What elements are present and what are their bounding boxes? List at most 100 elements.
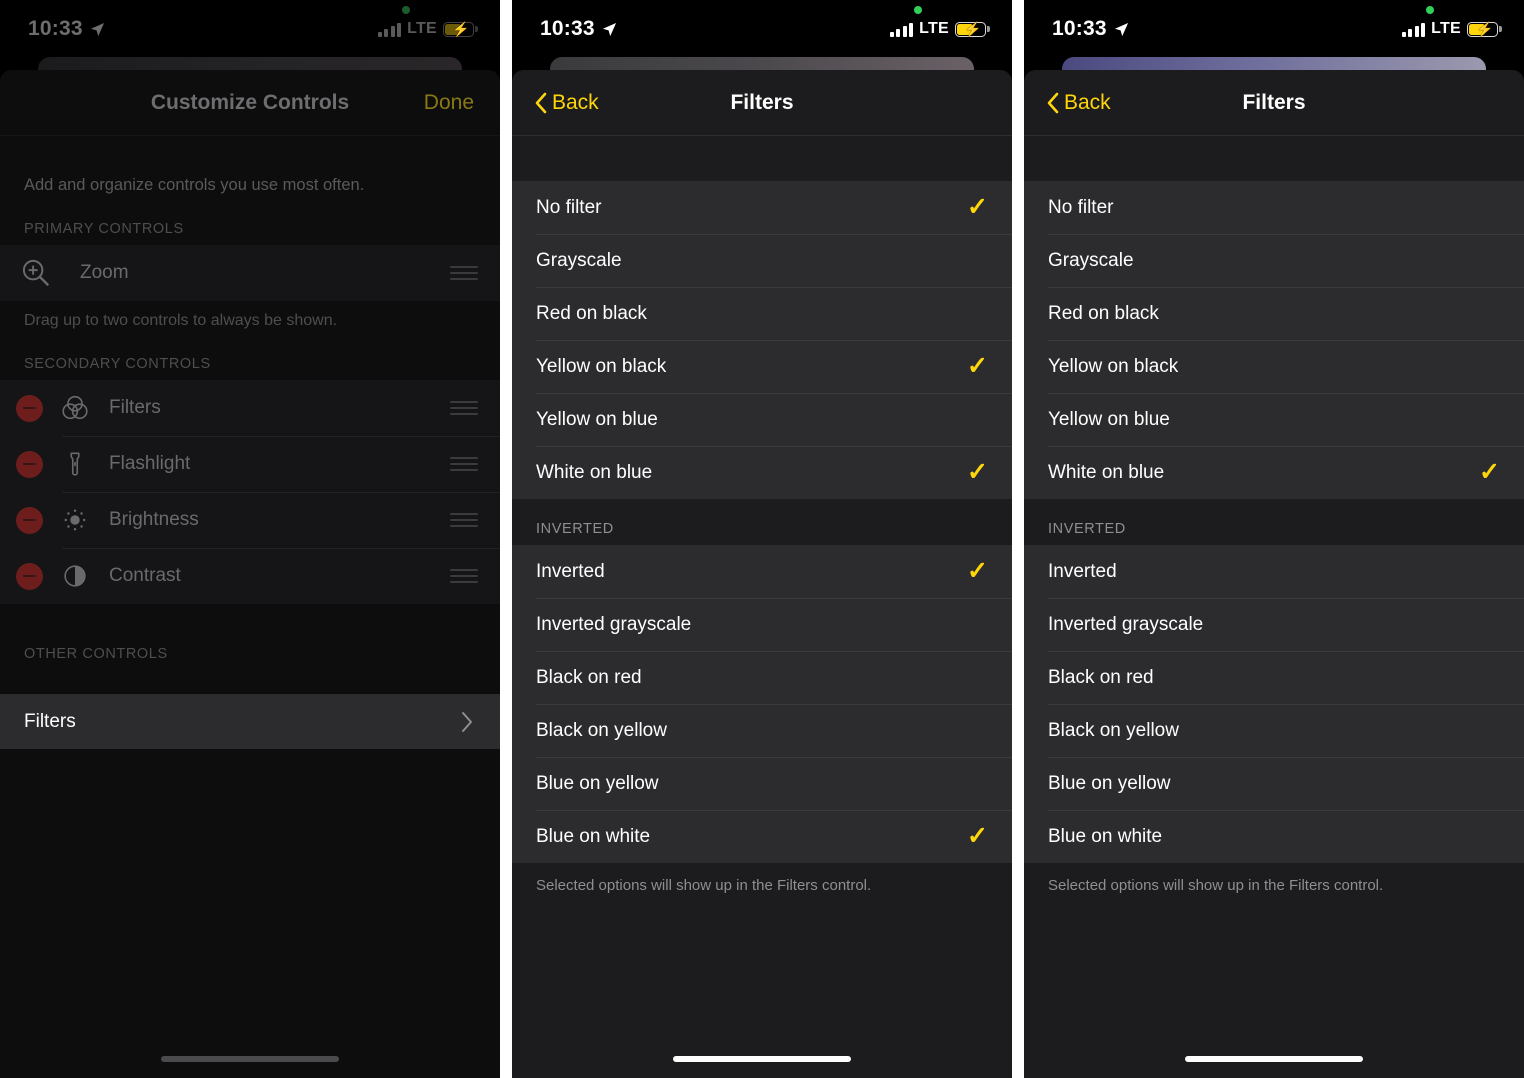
filter-row[interactable]: Blue on white✓ <box>512 810 1012 863</box>
battery-charging-icon: ⚡ <box>1467 21 1502 37</box>
carrier-label: LTE <box>919 20 949 37</box>
filter-row[interactable]: Yellow on blue✓ <box>1024 393 1524 446</box>
filters-group-inverted: Inverted✓ Inverted grayscale✓ Black on r… <box>1024 545 1524 863</box>
status-indicators: LTE ⚡ <box>377 20 478 38</box>
status-bar: 10:33 LTE ⚡ <box>0 0 500 58</box>
checkmark-icon: ✓ <box>967 352 988 380</box>
filter-row[interactable]: Blue on white✓ <box>1024 810 1524 863</box>
drag-handle[interactable] <box>450 262 478 284</box>
filter-row[interactable]: Yellow on black✓ <box>1024 340 1524 393</box>
filter-row[interactable]: Inverted✓ <box>512 545 1012 598</box>
control-row-brightness[interactable]: Brightness <box>0 492 500 548</box>
chevron-right-icon <box>462 711 472 732</box>
settings-sheet: Customize Controls Done Add and organize… <box>0 70 500 1078</box>
drag-handle[interactable] <box>450 397 478 419</box>
carrier-label: LTE <box>407 20 437 37</box>
green-recording-dot <box>1426 6 1434 14</box>
control-label: Zoom <box>80 262 129 283</box>
filter-row[interactable]: Grayscale✓ <box>512 234 1012 287</box>
filter-row[interactable]: Inverted✓ <box>1024 545 1524 598</box>
filter-row[interactable]: Black on yellow✓ <box>512 704 1012 757</box>
drag-handle[interactable] <box>450 565 478 587</box>
filter-row[interactable]: Black on red✓ <box>1024 651 1524 704</box>
filter-label: Black on red <box>1048 666 1154 688</box>
checkmark-icon: ✓ <box>967 458 988 486</box>
filter-row[interactable]: No filter✓ <box>512 181 1012 234</box>
done-button[interactable]: Done <box>424 91 500 115</box>
panel-separator-2 <box>1012 0 1024 1078</box>
status-bar: 10:33 LTE ⚡ <box>512 0 1012 58</box>
other-controls-header: OTHER CONTROLS <box>0 604 500 670</box>
control-label: Brightness <box>109 509 199 530</box>
filters-group-inverted: Inverted✓ Inverted grayscale✓ Black on r… <box>512 545 1012 863</box>
control-row-contrast[interactable]: Contrast <box>0 548 500 604</box>
location-arrow-icon <box>1114 22 1128 36</box>
control-row-flashlight[interactable]: Flashlight <box>0 436 500 492</box>
home-indicator[interactable] <box>1185 1056 1363 1062</box>
status-indicators: LTE ⚡ <box>889 20 990 38</box>
status-time-group: 10:33 <box>1052 17 1129 41</box>
filter-row[interactable]: Grayscale✓ <box>1024 234 1524 287</box>
filter-label: Blue on yellow <box>536 772 659 794</box>
status-time-group: 10:33 <box>28 17 105 41</box>
zoom-in-magnifier-icon <box>16 258 56 288</box>
status-time: 10:33 <box>28 17 83 40</box>
checkmark-icon: ✓ <box>967 193 988 221</box>
nav-bar: Back Filters <box>1024 70 1524 136</box>
drag-handle[interactable] <box>450 453 478 475</box>
filter-row[interactable]: No filter✓ <box>1024 181 1524 234</box>
filter-row[interactable]: Black on yellow✓ <box>1024 704 1524 757</box>
filter-row[interactable]: White on blue ✓ <box>512 446 1012 499</box>
back-button[interactable]: Back <box>512 91 599 115</box>
remove-control-button[interactable] <box>16 506 43 534</box>
control-row-zoom[interactable]: Zoom <box>0 245 500 301</box>
filter-row[interactable]: Inverted grayscale✓ <box>512 598 1012 651</box>
battery-charging-icon: ⚡ <box>443 21 478 37</box>
filter-row[interactable]: White on blue ✓ <box>1024 446 1524 499</box>
filter-label: Blue on white <box>1048 825 1163 847</box>
filter-label: Yellow on blue <box>1048 408 1170 430</box>
three-screenshot-strip: 10:33 LTE ⚡ Customize Controls Done Add … <box>0 0 1524 1078</box>
filter-row[interactable]: Red on black✓ <box>1024 287 1524 340</box>
filters-footnote: Selected options will show up in the Fil… <box>512 863 1012 894</box>
filter-label: White on blue <box>1048 461 1165 483</box>
filter-row[interactable]: Blue on yellow✓ <box>1024 757 1524 810</box>
back-button[interactable]: Back <box>1024 91 1111 115</box>
drag-handle[interactable] <box>450 509 478 531</box>
filter-row[interactable]: Yellow on black ✓ <box>512 340 1012 393</box>
inverted-section-header: INVERTED <box>512 499 1012 545</box>
filter-label: Inverted <box>1048 560 1117 582</box>
battery-charging-icon: ⚡ <box>955 21 990 37</box>
control-label: Filters <box>24 710 76 732</box>
remove-control-button[interactable] <box>16 450 43 478</box>
status-time: 10:33 <box>1052 17 1107 40</box>
home-indicator[interactable] <box>161 1056 339 1062</box>
home-indicator[interactable] <box>673 1056 851 1062</box>
filter-label: White on blue <box>536 461 653 483</box>
filter-row[interactable]: Inverted grayscale✓ <box>1024 598 1524 651</box>
nav-bar: Back Filters <box>512 70 1012 136</box>
primary-controls-header: PRIMARY CONTROLS <box>0 195 500 245</box>
secondary-controls-header: SECONDARY CONTROLS <box>0 330 500 380</box>
panel-separator-1 <box>500 0 512 1078</box>
filter-label: Inverted grayscale <box>536 613 692 635</box>
primary-controls-hint: Drag up to two controls to always be sho… <box>0 301 500 330</box>
control-row-filters[interactable]: Filters <box>0 380 500 436</box>
color-filters-circles-icon <box>55 393 95 423</box>
filter-row[interactable]: Red on black✓ <box>512 287 1012 340</box>
filter-label: Black on red <box>536 666 642 688</box>
control-label: Contrast <box>109 565 181 586</box>
green-recording-dot <box>402 6 410 14</box>
status-time-group: 10:33 <box>540 17 617 41</box>
remove-control-button[interactable] <box>16 394 43 422</box>
filter-row[interactable]: Yellow on blue✓ <box>512 393 1012 446</box>
other-row-filters[interactable]: Filters <box>0 694 500 749</box>
location-arrow-icon <box>602 22 616 36</box>
filter-row[interactable]: Black on red✓ <box>512 651 1012 704</box>
filter-row[interactable]: Blue on yellow✓ <box>512 757 1012 810</box>
location-arrow-icon <box>90 22 104 36</box>
remove-control-button[interactable] <box>16 562 43 590</box>
filter-label: Yellow on black <box>536 355 667 377</box>
chevron-left-icon <box>535 92 547 113</box>
filter-label: Black on yellow <box>536 719 667 741</box>
